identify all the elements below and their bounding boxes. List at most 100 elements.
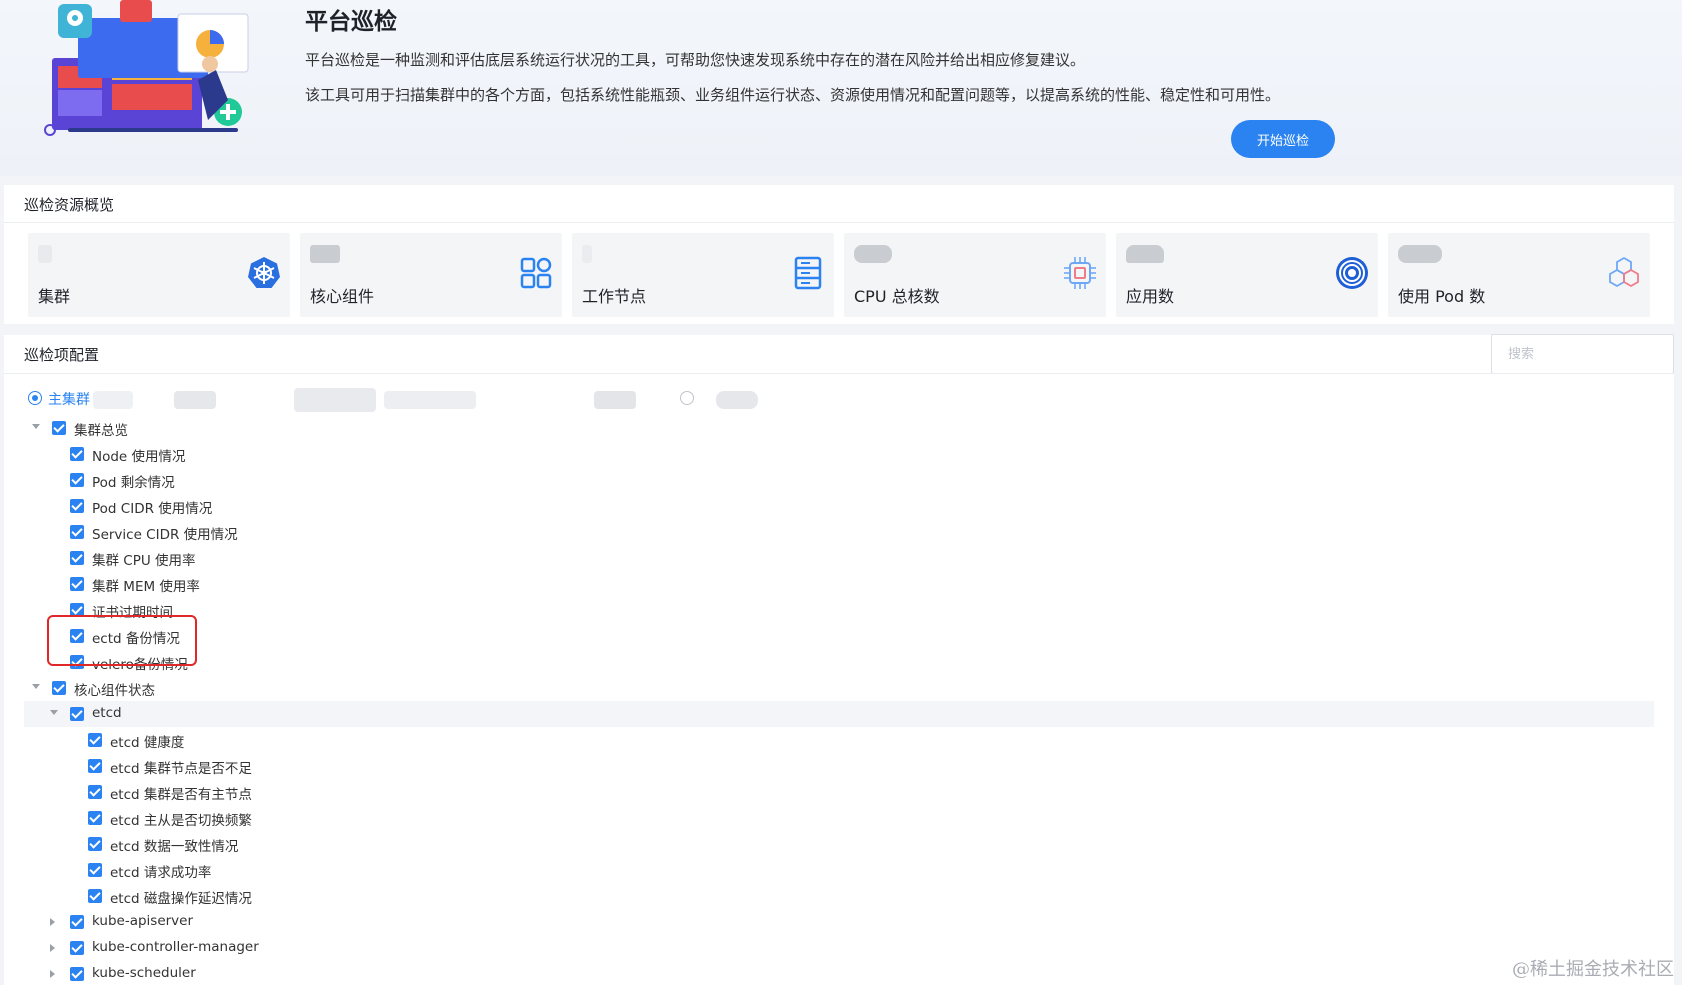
overview-title: 巡检资源概览 [24,196,115,214]
tree-node[interactable]: Pod 剩余情况 [24,467,1654,493]
caret-right-icon[interactable] [50,918,55,926]
tree-node[interactable]: etcd 集群是否有主节点 [24,779,1654,805]
redacted-cluster-name [93,391,133,409]
tree-checkbox[interactable] [70,473,84,487]
tree-node-label[interactable]: kube-controller-manager [92,939,259,955]
tree-node[interactable]: etcd 主从是否切换频繁 [24,805,1654,831]
cluster-selector: 主集群 [24,386,824,412]
tree-node[interactable]: etcd 健康度 [24,727,1654,753]
tree-node-label[interactable]: kube-scheduler [92,965,196,981]
card-label: 工作节点 [582,287,647,306]
tree-node-label[interactable]: etcd 请求成功率 [110,861,211,881]
tree-checkbox[interactable] [88,837,102,851]
tree-checkbox[interactable] [88,863,102,877]
tree-node[interactable]: kube-apiserver [24,909,1654,935]
tree-checkbox[interactable] [52,681,66,695]
tree-checkbox[interactable] [70,915,84,929]
tree-node-label[interactable]: Pod CIDR 使用情况 [92,497,212,517]
card-core-components: 核心组件 [300,233,562,317]
tree-node[interactable]: ectd 备份情况 [24,623,1654,649]
tree-node[interactable]: etcd 数据一致性情况 [24,831,1654,857]
tree-node[interactable]: etcd [24,701,1654,727]
caret-right-icon[interactable] [50,970,55,978]
tree-checkbox[interactable] [70,577,84,591]
tree-node-label[interactable]: Pod 剩余情况 [92,471,175,491]
page-title: 平台巡检 [305,9,397,35]
tree-checkbox[interactable] [70,707,84,721]
tree-node-label[interactable]: etcd [92,705,122,721]
tree-checkbox[interactable] [88,889,102,903]
tree-node[interactable]: Service CIDR 使用情况 [24,519,1654,545]
search-input[interactable] [1491,334,1674,374]
tree-node[interactable]: velero备份情况 [24,649,1654,675]
tree-node[interactable]: etcd 集群节点是否不足 [24,753,1654,779]
tree-node[interactable]: 集群 MEM 使用率 [24,571,1654,597]
card-label: 集群 [38,287,71,306]
inspection-banner: 平台巡检 平台巡检是一种监测和评估底层系统运行状况的工具，可帮助您快速发现系统中… [0,0,1682,176]
tree-node[interactable]: 集群总览 [24,415,1654,441]
tree-node-label[interactable]: 核心组件状态 [74,679,155,699]
redacted-cluster-option[interactable] [716,391,758,409]
divider [4,373,1674,374]
redacted-cluster-option[interactable] [384,391,476,409]
tree-node-label[interactable]: etcd 磁盘操作延迟情况 [110,887,252,907]
inspection-config-panel: 巡检项配置 主集群 集群总览 Node 使用情况 Pod 剩余情况 Pod CIDR … [4,334,1674,985]
highlight-annotation-box [47,615,197,666]
tree-node-label[interactable]: etcd 集群是否有主节点 [110,783,252,803]
tree-checkbox[interactable] [88,759,102,773]
tree-node[interactable]: Node 使用情况 [24,441,1654,467]
card-applications: 应用数 [1116,233,1378,317]
tree-node[interactable]: Pod CIDR 使用情况 [24,493,1654,519]
tree-checkbox[interactable] [70,499,84,513]
tree-node-label[interactable]: 集群总览 [74,419,128,439]
tree-node-label[interactable]: Node 使用情况 [92,445,186,465]
inspection-item-tree: 集群总览 Node 使用情况 Pod 剩余情况 Pod CIDR 使用情况 Servic… [24,415,1654,985]
tree-checkbox[interactable] [52,421,66,435]
overview-cards: 集群 核心组件 工作节点 CPU 总核数 应用数 使用 Pod 数 [28,233,1658,317]
tree-node[interactable]: 核心组件状态 [24,675,1654,701]
card-label: 使用 Pod 数 [1398,287,1486,306]
caret-down-icon[interactable] [50,710,58,715]
components-grid-icon [520,257,552,289]
caret-down-icon[interactable] [32,424,40,429]
tree-checkbox[interactable] [88,811,102,825]
inspection-illustration [44,0,249,136]
redacted-cluster-option[interactable] [594,391,636,409]
tree-node[interactable]: etcd 请求成功率 [24,857,1654,883]
start-inspection-button[interactable]: 开始巡检 [1231,120,1335,158]
tree-checkbox[interactable] [70,447,84,461]
cluster-radio-selected[interactable] [28,391,42,405]
tree-node[interactable]: kube-controller-manager [24,935,1654,961]
caret-down-icon[interactable] [32,684,40,689]
watermark: @稀土掘金技术社区 [1512,959,1674,980]
tree-node[interactable]: 集群 CPU 使用率 [24,545,1654,571]
tree-node-label[interactable]: kube-apiserver [92,913,193,929]
banner-description-detail: 该工具可用于扫描集群中的各个方面，包括系统性能瓶颈、业务组件运行状态、资源使用情… [305,86,1281,104]
tree-checkbox[interactable] [70,941,84,955]
card-value [38,245,52,263]
tree-node-label[interactable]: 集群 CPU 使用率 [92,549,196,569]
caret-right-icon[interactable] [50,944,55,952]
banner-description: 平台巡检是一种监测和评估底层系统运行状况的工具，可帮助您快速发现系统中存在的潜在… [305,51,1086,69]
tree-node[interactable]: 证书过期时间 [24,597,1654,623]
tree-checkbox[interactable] [88,733,102,747]
redacted-cluster-option[interactable] [174,391,216,409]
cluster-radio[interactable] [680,391,694,405]
tree-checkbox[interactable] [88,785,102,799]
cpu-chip-icon [1064,257,1096,289]
tree-node-label[interactable]: Service CIDR 使用情况 [92,523,238,543]
tree-checkbox[interactable] [70,551,84,565]
tree-node[interactable]: kube-scheduler [24,961,1654,985]
tree-node-label[interactable]: etcd 数据一致性情况 [110,835,238,855]
cluster-radio-label[interactable]: 主集群 [48,389,90,409]
tree-node[interactable]: etcd 磁盘操作延迟情况 [24,883,1654,909]
redacted-cluster-option[interactable] [294,388,376,412]
tree-checkbox[interactable] [70,967,84,981]
tree-node-label[interactable]: etcd 健康度 [110,731,184,751]
tree-node-label[interactable]: 集群 MEM 使用率 [92,575,200,595]
tree-node-label[interactable]: etcd 主从是否切换频繁 [110,809,252,829]
card-worker-nodes: 工作节点 [572,233,834,317]
tree-node-label[interactable]: etcd 集群节点是否不足 [110,757,252,777]
card-pods: 使用 Pod 数 [1388,233,1650,317]
tree-checkbox[interactable] [70,525,84,539]
